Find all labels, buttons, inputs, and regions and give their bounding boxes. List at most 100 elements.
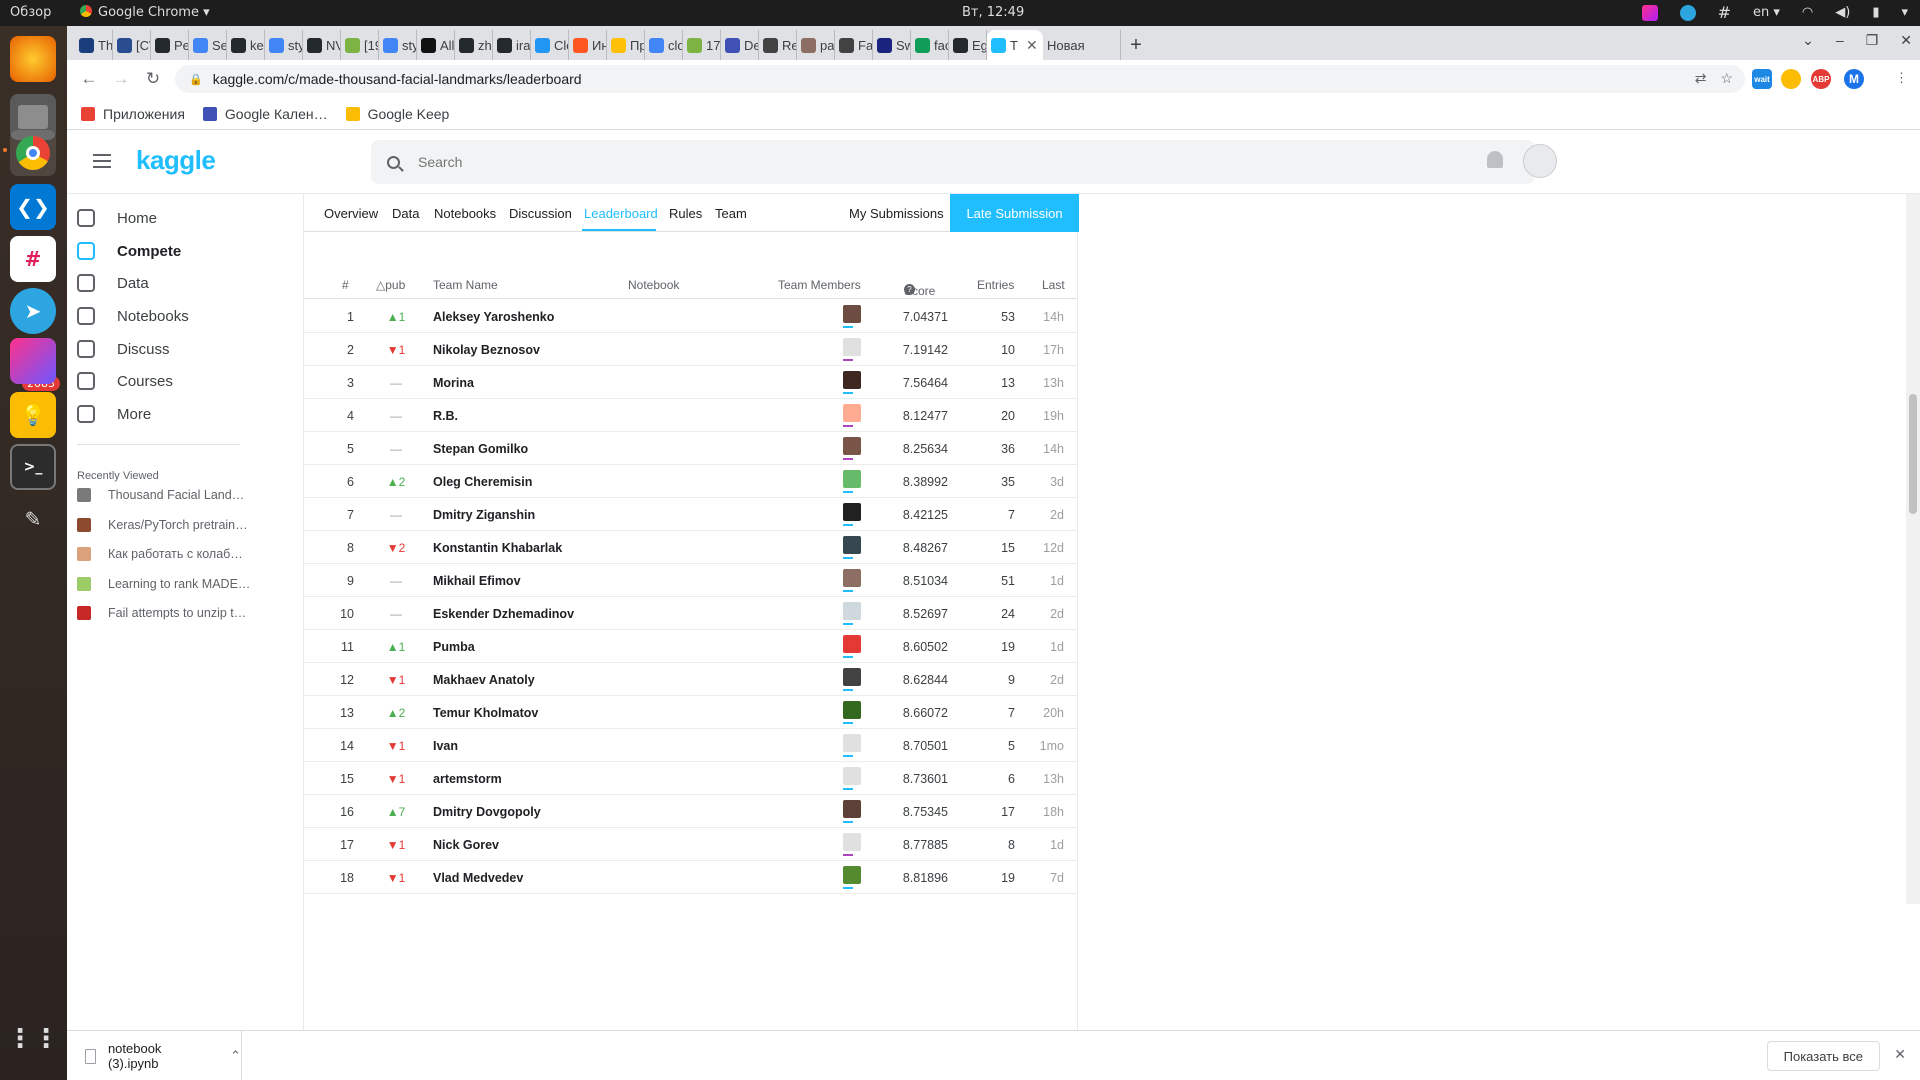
team-member-avatar[interactable] — [843, 701, 861, 719]
extension-flower-icon[interactable] — [1781, 69, 1801, 89]
team-member-avatar[interactable] — [843, 602, 861, 620]
address-bar[interactable]: 🔒 kaggle.com/c/made-thousand-facial-land… — [175, 65, 1745, 93]
profile-avatar[interactable]: M — [1844, 69, 1864, 89]
browser-tab[interactable]: styl — [265, 30, 303, 60]
close-shelf-icon[interactable]: ✕ — [1894, 1046, 1906, 1063]
help-icon[interactable]: ? — [904, 284, 915, 295]
team-name-link[interactable]: Pumba — [433, 640, 475, 654]
lock-icon[interactable]: 🔒 — [189, 73, 203, 86]
browser-tab[interactable]: kev — [227, 30, 265, 60]
team-member-avatar[interactable] — [843, 503, 861, 521]
team-member-avatar[interactable] — [843, 800, 861, 818]
show-all-downloads-button[interactable]: Показать все — [1766, 1041, 1880, 1071]
table-row[interactable]: 7 — Dmitry Ziganshin 8.42125 7 2d — [304, 498, 1077, 531]
chevron-down-icon[interactable]: ▾ — [1901, 5, 1908, 20]
late-submission-button[interactable]: Late Submission — [950, 194, 1079, 232]
browser-tab[interactable]: iras — [493, 30, 531, 60]
browser-tab[interactable]: Новая — [1043, 30, 1121, 60]
chevron-up-icon[interactable]: ⌃ — [230, 1048, 241, 1064]
adblock-icon[interactable]: ABP — [1811, 69, 1831, 89]
table-row[interactable]: 3 — Morina 7.56464 13 13h — [304, 366, 1077, 399]
gimp-icon[interactable]: ✎ — [10, 496, 56, 542]
team-member-avatar[interactable] — [843, 404, 861, 422]
browser-tab[interactable]: Res — [759, 30, 797, 60]
team-name-link[interactable]: Eskender Dzhemadinov — [433, 607, 574, 621]
team-member-avatar[interactable] — [843, 371, 861, 389]
bookmark-item[interactable]: Приложения — [81, 106, 185, 122]
active-browser-tab[interactable]: T ✕ — [987, 30, 1043, 60]
browser-tab[interactable]: fac — [911, 30, 949, 60]
team-name-link[interactable]: R.B. — [433, 409, 458, 423]
team-member-avatar[interactable] — [843, 437, 861, 455]
browser-tab[interactable]: pap — [797, 30, 835, 60]
team-name-column-header[interactable]: Team Name — [433, 278, 498, 292]
wait-extension-icon[interactable]: wait — [1752, 69, 1772, 89]
delta-column-header[interactable]: △pub — [376, 278, 405, 292]
table-row[interactable]: 18 ▼1 Vlad Medvedev 8.81896 19 7d — [304, 861, 1077, 894]
nav-item-data[interactable]: Data — [75, 267, 295, 299]
bookmark-item[interactable]: Google Кален… — [202, 106, 328, 122]
browser-tab[interactable]: Clo — [531, 30, 569, 60]
team-member-avatar[interactable] — [843, 470, 861, 488]
tab-discussion[interactable]: Discussion — [509, 206, 572, 221]
back-icon[interactable]: ← — [73, 69, 105, 89]
table-row[interactable]: 9 — Mikhail Efimov 8.51034 51 1d — [304, 564, 1077, 597]
firefox-icon[interactable] — [10, 36, 56, 82]
browser-tab[interactable]: 170 — [683, 30, 721, 60]
tab-team[interactable]: Team — [715, 206, 747, 221]
minimize-icon[interactable]: – — [1836, 32, 1844, 49]
team-member-avatar[interactable] — [843, 569, 861, 587]
browser-tab[interactable]: Пре — [607, 30, 645, 60]
team-name-link[interactable]: Aleksey Yaroshenko — [433, 310, 554, 324]
nav-item-compete[interactable]: Compete — [75, 235, 295, 267]
table-row[interactable]: 13 ▲2 Temur Kholmatov 8.66072 7 20h — [304, 696, 1077, 729]
browser-tab[interactable]: NVI — [303, 30, 341, 60]
recently-viewed-item[interactable]: Keras/PyTorch pretrain… — [77, 517, 297, 532]
search-box[interactable] — [371, 140, 1535, 184]
tab-data[interactable]: Data — [392, 206, 419, 221]
scrollbar-thumb[interactable] — [1909, 394, 1917, 514]
team-member-avatar[interactable] — [843, 536, 861, 554]
battery-icon[interactable]: ▮ — [1872, 5, 1879, 20]
table-row[interactable]: 15 ▼1 artemstorm 8.73601 6 13h — [304, 762, 1077, 795]
telegram-tray-icon[interactable] — [1679, 4, 1696, 21]
browser-tab[interactable]: Sea — [189, 30, 227, 60]
terminal-icon[interactable]: >_ — [10, 444, 56, 490]
team-name-link[interactable]: Konstantin Khabarlak — [433, 541, 562, 555]
bookmark-star-icon[interactable]: ☆ — [1720, 70, 1733, 87]
clock[interactable]: Вт, 12:49 — [962, 5, 1024, 20]
reload-icon[interactable]: ↻ — [137, 69, 169, 89]
table-row[interactable]: 12 ▼1 Makhaev Anatoly 8.62844 9 2d — [304, 663, 1077, 696]
table-row[interactable]: 6 ▲2 Oleg Cheremisin 8.38992 35 3d — [304, 465, 1077, 498]
team-name-link[interactable]: Temur Kholmatov — [433, 706, 538, 720]
table-row[interactable]: 1 ▲1 Aleksey Yaroshenko 7.04371 53 14h — [304, 300, 1077, 333]
show-applications-icon[interactable]: ⋮⋮ — [7, 1016, 59, 1062]
browser-tab[interactable]: Ин — [569, 30, 607, 60]
kaggle-logo[interactable]: kaggle — [136, 145, 216, 176]
nav-item-discuss[interactable]: Discuss — [75, 333, 295, 365]
slack-icon[interactable]: # — [10, 236, 56, 282]
browser-tab[interactable]: Pei — [151, 30, 189, 60]
bookmark-item[interactable]: Google Keep — [345, 106, 449, 122]
browser-tab[interactable]: Fas — [835, 30, 873, 60]
browser-tab[interactable]: Sw — [873, 30, 911, 60]
team-name-link[interactable]: Vlad Medvedev — [433, 871, 523, 885]
team-name-link[interactable]: artemstorm — [433, 772, 502, 786]
browser-tab[interactable]: styl — [379, 30, 417, 60]
team-member-avatar[interactable] — [843, 305, 861, 323]
tab-search-icon[interactable]: ⌄ — [1802, 32, 1814, 49]
wifi-icon[interactable]: ◠ — [1802, 5, 1813, 20]
team-name-link[interactable]: Stepan Gomilko — [433, 442, 528, 456]
team-member-avatar[interactable] — [843, 833, 861, 851]
chrome-icon[interactable] — [10, 130, 56, 176]
hamburger-menu-icon[interactable] — [93, 154, 111, 168]
browser-tab[interactable]: All — [417, 30, 455, 60]
team-member-avatar[interactable] — [843, 734, 861, 752]
tab-rules[interactable]: Rules — [669, 206, 702, 221]
recently-viewed-item[interactable]: Thousand Facial Land… — [77, 488, 297, 502]
jetbrains-icon[interactable] — [10, 338, 56, 384]
activities-button[interactable]: Обзор — [10, 5, 51, 20]
team-name-link[interactable]: Ivan — [433, 739, 458, 753]
forward-icon[interactable]: → — [105, 69, 137, 89]
nav-item-courses[interactable]: Courses — [75, 365, 295, 397]
